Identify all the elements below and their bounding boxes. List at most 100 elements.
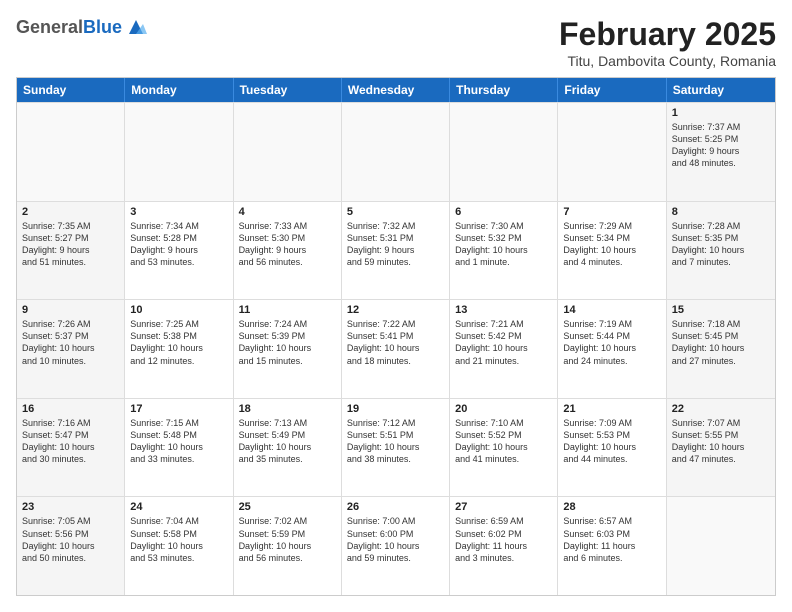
- calendar-cell-11: 11 Sunrise: 7:24 AM Sunset: 5:39 PM Dayli…: [234, 300, 342, 398]
- calendar-cell-10: 10 Sunrise: 7:25 AM Sunset: 5:38 PM Dayli…: [125, 300, 233, 398]
- header-day-thursday: Thursday: [450, 78, 558, 102]
- calendar-cell-21: 21Sunrise: 7:09 AM Sunset: 5:53 PM Dayli…: [558, 399, 666, 497]
- header-day-monday: Monday: [125, 78, 233, 102]
- calendar-cell-empty: [234, 103, 342, 201]
- calendar-cell-15: 15Sunrise: 7:18 AM Sunset: 5:45 PM Dayli…: [667, 300, 775, 398]
- cell-info: Sunrise: 7:24 AM Sunset: 5:39 PM Dayligh…: [239, 318, 336, 367]
- calendar-cell-1: 1Sunrise: 7:37 AM Sunset: 5:25 PM Daylig…: [667, 103, 775, 201]
- calendar-cell-empty: [558, 103, 666, 201]
- day-number: 5: [347, 206, 444, 218]
- day-number: 2: [22, 206, 119, 218]
- cell-info: Sunrise: 7:21 AM Sunset: 5:42 PM Dayligh…: [455, 318, 552, 367]
- calendar-cell-28: 28 Sunrise: 6:57 AM Sunset: 6:03 PM Dayli…: [558, 497, 666, 595]
- calendar-cell-20: 20Sunrise: 7:10 AM Sunset: 5:52 PM Dayli…: [450, 399, 558, 497]
- day-number: 7: [563, 206, 660, 218]
- logo-blue: Blue: [83, 17, 122, 37]
- cell-info: Sunrise: 7:30 AM Sunset: 5:32 PM Dayligh…: [455, 220, 552, 269]
- cell-info: Sunrise: 7:05 AM Sunset: 5:56 PM Dayligh…: [22, 515, 119, 564]
- location: Titu, Dambovita County, Romania: [559, 53, 776, 69]
- cell-info: Sunrise: 7:16 AM Sunset: 5:47 PM Dayligh…: [22, 417, 119, 466]
- day-number: 23: [22, 501, 119, 513]
- calendar-cell-empty: [450, 103, 558, 201]
- day-number: 6: [455, 206, 552, 218]
- calendar-cell-23: 23 Sunrise: 7:05 AM Sunset: 5:56 PM Dayli…: [17, 497, 125, 595]
- day-number: 18: [239, 403, 336, 415]
- cell-info: Sunrise: 7:07 AM Sunset: 5:55 PM Dayligh…: [672, 417, 770, 466]
- calendar-cell-3: 3 Sunrise: 7:34 AM Sunset: 5:28 PM Daylig…: [125, 202, 233, 300]
- day-number: 15: [672, 304, 770, 316]
- header: GeneralBlue February 2025 Titu, Dambovit…: [16, 16, 776, 69]
- header-day-sunday: Sunday: [17, 78, 125, 102]
- day-number: 22: [672, 403, 770, 415]
- calendar-cell-12: 12 Sunrise: 7:22 AM Sunset: 5:41 PM Dayli…: [342, 300, 450, 398]
- calendar-cell-5: 5 Sunrise: 7:32 AM Sunset: 5:31 PM Daylig…: [342, 202, 450, 300]
- cell-info: Sunrise: 7:10 AM Sunset: 5:52 PM Dayligh…: [455, 417, 552, 466]
- day-number: 10: [130, 304, 227, 316]
- logo-icon: [125, 16, 147, 38]
- month-title: February 2025: [559, 16, 776, 53]
- cell-info: Sunrise: 7:26 AM Sunset: 5:37 PM Dayligh…: [22, 318, 119, 367]
- day-number: 16: [22, 403, 119, 415]
- calendar-cell-13: 13 Sunrise: 7:21 AM Sunset: 5:42 PM Dayli…: [450, 300, 558, 398]
- cell-info: Sunrise: 6:57 AM Sunset: 6:03 PM Dayligh…: [563, 515, 660, 564]
- day-number: 19: [347, 403, 444, 415]
- header-day-wednesday: Wednesday: [342, 78, 450, 102]
- cell-info: Sunrise: 7:00 AM Sunset: 6:00 PM Dayligh…: [347, 515, 444, 564]
- day-number: 9: [22, 304, 119, 316]
- cell-info: Sunrise: 7:34 AM Sunset: 5:28 PM Dayligh…: [130, 220, 227, 269]
- calendar-row: 23 Sunrise: 7:05 AM Sunset: 5:56 PM Dayli…: [17, 496, 775, 595]
- calendar-cell-16: 16 Sunrise: 7:16 AM Sunset: 5:47 PM Dayli…: [17, 399, 125, 497]
- calendar-cell-14: 14 Sunrise: 7:19 AM Sunset: 5:44 PM Dayli…: [558, 300, 666, 398]
- calendar-cell-25: 25 Sunrise: 7:02 AM Sunset: 5:59 PM Dayli…: [234, 497, 342, 595]
- day-number: 28: [563, 501, 660, 513]
- calendar-cell-empty: [342, 103, 450, 201]
- calendar: SundayMondayTuesdayWednesdayThursdayFrid…: [16, 77, 776, 596]
- header-day-friday: Friday: [558, 78, 666, 102]
- cell-info: Sunrise: 7:22 AM Sunset: 5:41 PM Dayligh…: [347, 318, 444, 367]
- calendar-cell-18: 18 Sunrise: 7:13 AM Sunset: 5:49 PM Dayli…: [234, 399, 342, 497]
- cell-info: Sunrise: 7:29 AM Sunset: 5:34 PM Dayligh…: [563, 220, 660, 269]
- day-number: 17: [130, 403, 227, 415]
- calendar-cell-19: 19 Sunrise: 7:12 AM Sunset: 5:51 PM Dayli…: [342, 399, 450, 497]
- day-number: 26: [347, 501, 444, 513]
- day-number: 27: [455, 501, 552, 513]
- calendar-row: 9 Sunrise: 7:26 AM Sunset: 5:37 PM Daylig…: [17, 299, 775, 398]
- calendar-header: SundayMondayTuesdayWednesdayThursdayFrid…: [17, 78, 775, 102]
- day-number: 11: [239, 304, 336, 316]
- calendar-cell-26: 26 Sunrise: 7:00 AM Sunset: 6:00 PM Dayli…: [342, 497, 450, 595]
- cell-info: Sunrise: 7:28 AM Sunset: 5:35 PM Dayligh…: [672, 220, 770, 269]
- cell-info: Sunrise: 7:32 AM Sunset: 5:31 PM Dayligh…: [347, 220, 444, 269]
- calendar-cell-4: 4 Sunrise: 7:33 AM Sunset: 5:30 PM Daylig…: [234, 202, 342, 300]
- calendar-cell-7: 7 Sunrise: 7:29 AM Sunset: 5:34 PM Daylig…: [558, 202, 666, 300]
- cell-info: Sunrise: 7:02 AM Sunset: 5:59 PM Dayligh…: [239, 515, 336, 564]
- header-day-tuesday: Tuesday: [234, 78, 342, 102]
- day-number: 12: [347, 304, 444, 316]
- day-number: 4: [239, 206, 336, 218]
- cell-info: Sunrise: 7:25 AM Sunset: 5:38 PM Dayligh…: [130, 318, 227, 367]
- day-number: 25: [239, 501, 336, 513]
- calendar-cell-empty: [667, 497, 775, 595]
- cell-info: Sunrise: 7:33 AM Sunset: 5:30 PM Dayligh…: [239, 220, 336, 269]
- calendar-cell-24: 24Sunrise: 7:04 AM Sunset: 5:58 PM Dayli…: [125, 497, 233, 595]
- cell-info: Sunrise: 7:13 AM Sunset: 5:49 PM Dayligh…: [239, 417, 336, 466]
- day-number: 3: [130, 206, 227, 218]
- calendar-row: 2 Sunrise: 7:35 AM Sunset: 5:27 PM Daylig…: [17, 201, 775, 300]
- calendar-cell-8: 8Sunrise: 7:28 AM Sunset: 5:35 PM Daylig…: [667, 202, 775, 300]
- cell-info: Sunrise: 7:37 AM Sunset: 5:25 PM Dayligh…: [672, 121, 770, 170]
- cell-info: Sunrise: 7:35 AM Sunset: 5:27 PM Dayligh…: [22, 220, 119, 269]
- day-number: 13: [455, 304, 552, 316]
- calendar-cell-2: 2 Sunrise: 7:35 AM Sunset: 5:27 PM Daylig…: [17, 202, 125, 300]
- day-number: 21: [563, 403, 660, 415]
- cell-info: Sunrise: 7:04 AM Sunset: 5:58 PM Dayligh…: [130, 515, 227, 564]
- calendar-row: 1Sunrise: 7:37 AM Sunset: 5:25 PM Daylig…: [17, 102, 775, 201]
- logo-general: General: [16, 17, 83, 37]
- cell-info: Sunrise: 7:12 AM Sunset: 5:51 PM Dayligh…: [347, 417, 444, 466]
- calendar-cell-27: 27Sunrise: 6:59 AM Sunset: 6:02 PM Dayli…: [450, 497, 558, 595]
- title-block: February 2025 Titu, Dambovita County, Ro…: [559, 16, 776, 69]
- calendar-cell-empty: [17, 103, 125, 201]
- calendar-cell-6: 6 Sunrise: 7:30 AM Sunset: 5:32 PM Daylig…: [450, 202, 558, 300]
- cell-info: Sunrise: 7:15 AM Sunset: 5:48 PM Dayligh…: [130, 417, 227, 466]
- day-number: 14: [563, 304, 660, 316]
- header-day-saturday: Saturday: [667, 78, 775, 102]
- cell-info: Sunrise: 7:19 AM Sunset: 5:44 PM Dayligh…: [563, 318, 660, 367]
